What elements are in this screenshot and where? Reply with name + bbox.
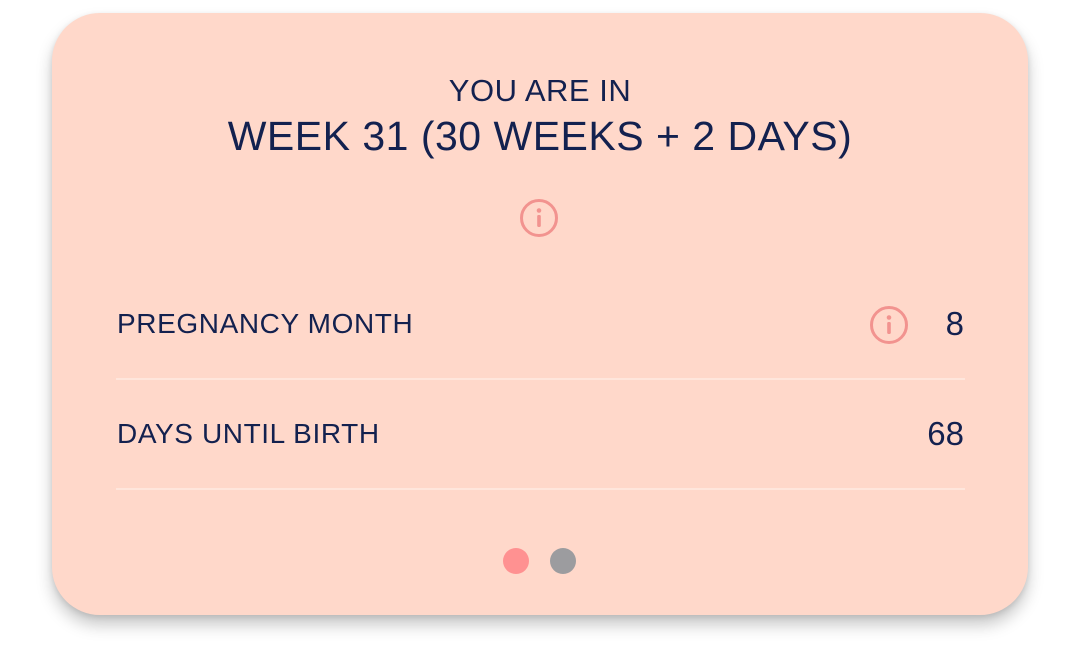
- pregnancy-month-value: 8: [945, 305, 964, 342]
- pregnancy-status-card[interactable]: YOU ARE IN WEEK 31 (30 WEEKS + 2 DAYS) P…: [52, 13, 1028, 615]
- info-circle-icon[interactable]: [519, 198, 559, 238]
- intro-text: YOU ARE IN: [448, 73, 632, 108]
- info-circle-icon[interactable]: [869, 305, 909, 345]
- days-until-birth-value: 68: [927, 415, 964, 452]
- pregnancy-month-label: PREGNANCY MONTH: [117, 308, 414, 339]
- row-divider: [116, 378, 965, 380]
- page-indicator-dot-active[interactable]: [503, 548, 529, 574]
- page-indicator-dot[interactable]: [550, 548, 576, 574]
- row-divider: [116, 488, 965, 490]
- week-headline: WEEK 31 (30 WEEKS + 2 DAYS): [227, 113, 853, 159]
- days-until-birth-label: DAYS UNTIL BIRTH: [117, 418, 380, 449]
